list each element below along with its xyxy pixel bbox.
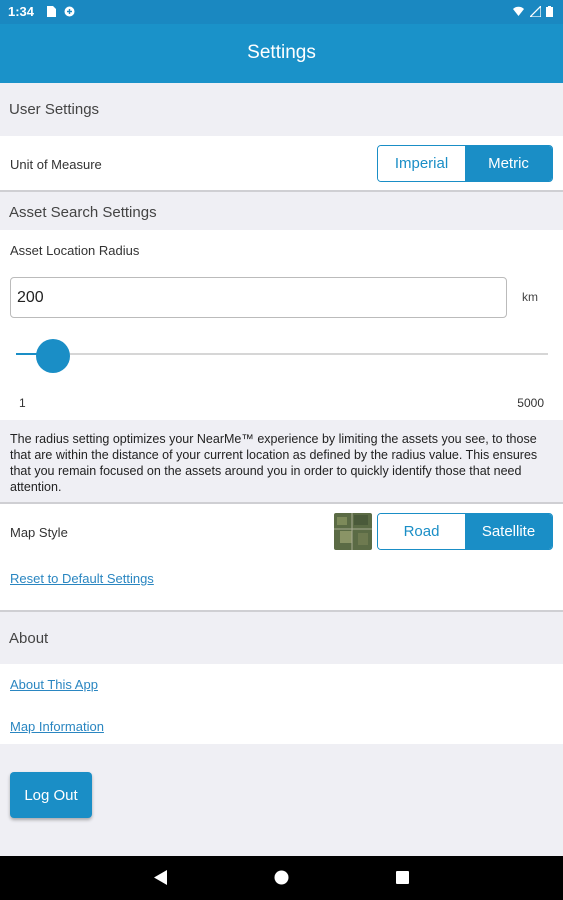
satellite-map-thumbnail [334, 513, 372, 550]
radius-input[interactable] [10, 277, 507, 318]
radius-label: Asset Location Radius [10, 243, 140, 258]
user-settings-header: User Settings [0, 83, 563, 136]
map-style-label: Map Style [10, 525, 68, 540]
unit-segmented-control: Imperial Metric [377, 145, 553, 182]
sync-icon [64, 6, 75, 17]
slider-min-label: 1 [19, 396, 26, 410]
sd-card-icon [47, 6, 56, 17]
log-out-button[interactable]: Log Out [10, 772, 92, 818]
map-style-segmented-control: Road Satellite [377, 513, 553, 550]
status-bar: 1:34 [0, 0, 563, 24]
wifi-icon [513, 6, 524, 16]
road-option[interactable]: Road [378, 514, 465, 549]
imperial-option[interactable]: Imperial [378, 146, 465, 181]
battery-icon [546, 6, 553, 17]
radius-unit: km [522, 290, 538, 304]
map-information-link[interactable]: Map Information [10, 719, 104, 734]
radius-description: The radius setting optimizes your NearMe… [0, 420, 563, 502]
signal-icon [530, 6, 541, 17]
status-time: 1:34 [8, 4, 35, 19]
unit-of-measure-label: Unit of Measure [10, 157, 102, 172]
back-icon[interactable] [154, 870, 167, 885]
app-bar: Settings [0, 24, 563, 83]
about-this-app-link[interactable]: About This App [10, 677, 98, 692]
unit-of-measure-row: Unit of Measure Imperial Metric [0, 136, 563, 190]
page-title: Settings [247, 42, 316, 63]
radius-slider-track[interactable] [16, 353, 548, 355]
asset-search-block [0, 230, 563, 420]
slider-max-label: 5000 [517, 396, 544, 410]
asset-search-header: Asset Search Settings [0, 192, 563, 230]
satellite-option[interactable]: Satellite [465, 514, 552, 549]
metric-option[interactable]: Metric [465, 146, 552, 181]
navigation-bar [0, 856, 563, 900]
reset-defaults-link[interactable]: Reset to Default Settings [10, 571, 154, 586]
home-icon[interactable] [274, 870, 289, 885]
recents-icon[interactable] [396, 871, 409, 884]
about-header: About [0, 612, 563, 664]
